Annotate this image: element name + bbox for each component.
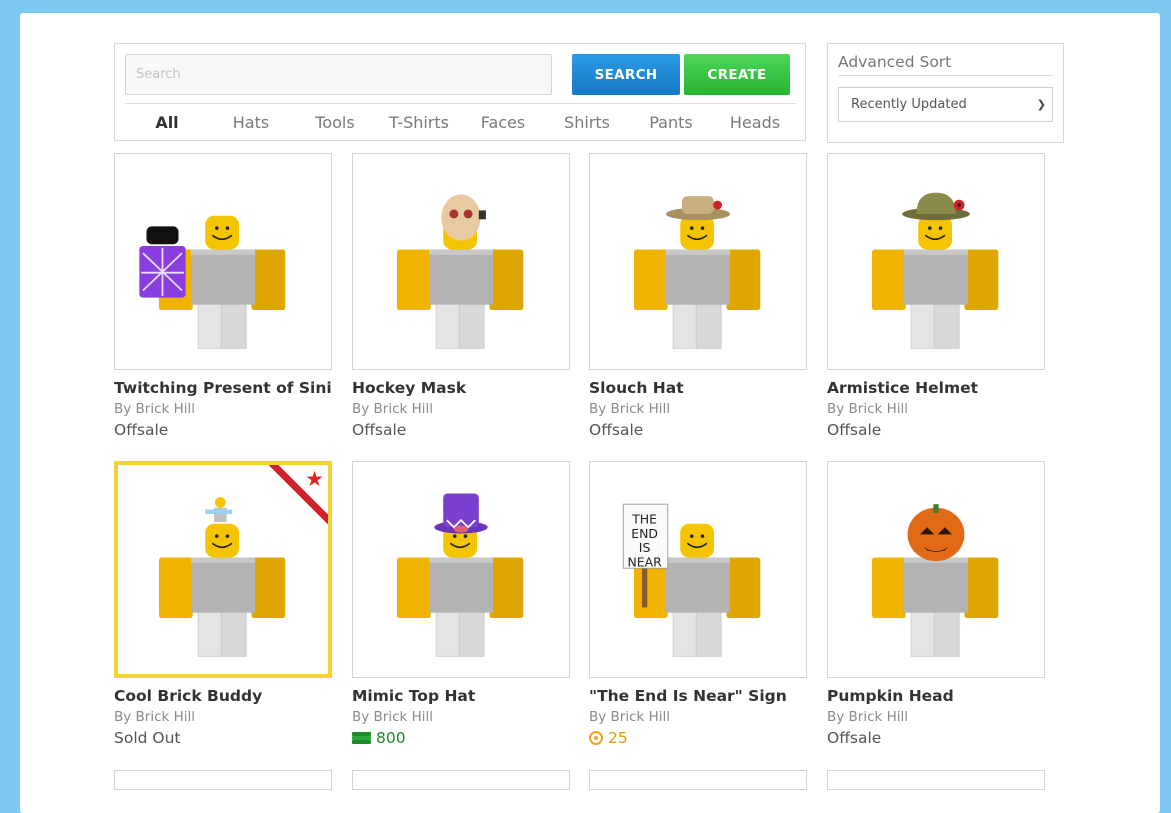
item-name[interactable]: Twitching Present of Sinis: [114, 379, 332, 397]
category-tabs: All Hats Tools T-Shirts Faces Shirts Pan…: [125, 112, 800, 136]
item-card[interactable]: Hockey Mask By Brick Hill Offsale: [352, 153, 570, 439]
item-name[interactable]: Slouch Hat: [589, 379, 807, 397]
divider: [125, 103, 796, 104]
item-price-value: Offsale: [352, 421, 407, 439]
avatar-image: [871, 504, 1000, 658]
sort-selected-value: Recently Updated: [851, 97, 967, 112]
item-thumbnail[interactable]: [827, 770, 1045, 790]
item-card[interactable]: Pumpkin Head By Brick Hill Offsale: [827, 461, 1045, 747]
avatar-image: [633, 196, 762, 350]
item-price: Offsale: [589, 421, 807, 439]
item-price-value: 800: [376, 729, 406, 747]
item-card[interactable]: ★ Cool Brick Buddy By Brick Hill Sold Out: [114, 461, 332, 747]
item-card[interactable]: Twitching Present of Sinis By Brick Hill O…: [114, 153, 332, 439]
item-thumbnail[interactable]: [589, 153, 807, 370]
item-price: 800: [352, 729, 570, 747]
item-thumbnail[interactable]: [352, 153, 570, 370]
item-thumbnail[interactable]: [352, 770, 570, 790]
item-price-value: Offsale: [827, 729, 882, 747]
item-thumbnail[interactable]: ★: [114, 461, 332, 678]
item-name[interactable]: Mimic Top Hat: [352, 687, 570, 705]
item-price-value: Offsale: [589, 421, 644, 439]
item-price: Offsale: [827, 421, 1045, 439]
item-price-value: Offsale: [114, 421, 169, 439]
item-creator[interactable]: By Brick Hill: [589, 401, 807, 417]
bits-icon: [589, 731, 603, 745]
item-thumbnail[interactable]: [827, 461, 1045, 678]
item-name[interactable]: Armistice Helmet: [827, 379, 1045, 397]
divider: [838, 75, 1053, 76]
tab-t-shirts[interactable]: T-Shirts: [377, 112, 461, 136]
item-price-value: Offsale: [827, 421, 882, 439]
item-price: Offsale: [827, 729, 1045, 747]
chevron-down-icon: ❯: [1036, 98, 1046, 111]
tab-pants[interactable]: Pants: [629, 112, 713, 136]
tab-all[interactable]: All: [125, 112, 209, 136]
item-name[interactable]: Hockey Mask: [352, 379, 570, 397]
pumpkin-icon: [907, 504, 965, 562]
svg-text:THE: THE: [631, 512, 657, 527]
item-price-value: Sold Out: [114, 729, 181, 747]
sort-panel: Advanced Sort Recently Updated ❯: [827, 43, 1064, 143]
item-price: Sold Out: [114, 729, 332, 747]
item-thumbnail[interactable]: [827, 153, 1045, 370]
avatar-image: [139, 214, 287, 350]
item-creator[interactable]: By Brick Hill: [589, 709, 807, 725]
item-thumbnail[interactable]: [589, 770, 807, 790]
item-card[interactable]: Armistice Helmet By Brick Hill Offsale: [827, 153, 1045, 439]
item-price: 25: [589, 729, 807, 747]
search-panel: SEARCH CREATE All Hats Tools T-Shirts Fa…: [114, 43, 806, 141]
top-hat-icon: [434, 493, 488, 534]
svg-text:IS: IS: [639, 540, 651, 555]
svg-text:END: END: [631, 526, 658, 541]
item-thumbnail[interactable]: [114, 153, 332, 370]
slouch-hat-icon: [665, 196, 731, 221]
sort-title: Advanced Sort: [838, 53, 952, 71]
item-thumbnail[interactable]: THE END IS NEAR: [589, 461, 807, 678]
avatar-image: [396, 493, 525, 658]
catalog-page: SEARCH CREATE All Hats Tools T-Shirts Fa…: [20, 13, 1160, 813]
item-card[interactable]: Slouch Hat By Brick Hill Offsale: [589, 153, 807, 439]
item-name[interactable]: Pumpkin Head: [827, 687, 1045, 705]
item-thumbnail[interactable]: [352, 461, 570, 678]
item-card[interactable]: Mimic Top Hat By Brick Hill 800: [352, 461, 570, 747]
tab-heads[interactable]: Heads: [713, 112, 797, 136]
avatar-image: THEENDISNEAR: [622, 503, 762, 658]
avatar-image: [871, 192, 1000, 350]
sort-select[interactable]: Recently Updated ❯: [838, 87, 1053, 122]
item-creator[interactable]: By Brick Hill: [114, 709, 332, 725]
create-button[interactable]: CREATE: [684, 54, 790, 95]
avatar-image: [396, 194, 525, 350]
tab-tools[interactable]: Tools: [293, 112, 377, 136]
item-creator[interactable]: By Brick Hill: [352, 401, 570, 417]
bucks-icon: [352, 732, 371, 744]
buddy-icon: [205, 497, 232, 522]
item-creator[interactable]: By Brick Hill: [827, 709, 1045, 725]
svg-text:NEAR: NEAR: [627, 554, 662, 569]
item-thumbnail[interactable]: [114, 770, 332, 790]
star-icon: ★: [305, 467, 324, 491]
tab-faces[interactable]: Faces: [461, 112, 545, 136]
featured-ribbon: ★: [266, 465, 328, 527]
item-name[interactable]: "The End Is Near" Sign: [589, 687, 807, 705]
hockey-mask-icon: [441, 194, 486, 241]
present-icon: [139, 226, 186, 298]
search-input[interactable]: [125, 54, 552, 95]
tab-hats[interactable]: Hats: [209, 112, 293, 136]
item-price: Offsale: [114, 421, 332, 439]
item-creator[interactable]: By Brick Hill: [114, 401, 332, 417]
search-button[interactable]: SEARCH: [572, 54, 680, 95]
helmet-icon: [902, 192, 970, 221]
item-creator[interactable]: By Brick Hill: [352, 709, 570, 725]
item-price: Offsale: [352, 421, 570, 439]
item-card[interactable]: THE END IS NEAR "The End Is Near" Sign By Bri…: [589, 461, 807, 747]
item-price-value: 25: [608, 729, 628, 747]
tab-shirts[interactable]: Shirts: [545, 112, 629, 136]
item-name[interactable]: Cool Brick Buddy: [114, 687, 332, 705]
item-creator[interactable]: By Brick Hill: [827, 401, 1045, 417]
